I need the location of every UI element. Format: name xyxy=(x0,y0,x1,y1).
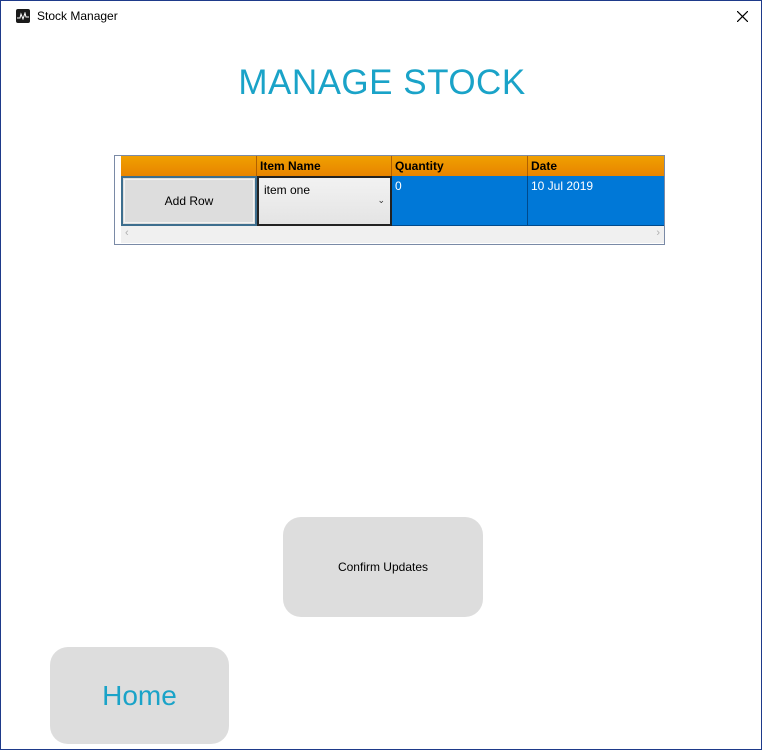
chevron-right-icon[interactable]: › xyxy=(656,227,660,239)
page-title: MANAGE STOCK xyxy=(238,63,526,102)
column-header-date[interactable]: Date xyxy=(528,156,664,176)
app-window: Stock Manager MANAGE STOCK Item Name Qua… xyxy=(0,0,762,750)
column-header-action xyxy=(121,156,257,176)
confirm-updates-label: Confirm Updates xyxy=(337,560,429,574)
table-row[interactable]: Add Row item one ⌄ 0 10 Jul 2019 xyxy=(121,176,664,226)
item-name-dropdown[interactable]: item one ⌄ xyxy=(257,176,392,226)
add-row-button[interactable]: Add Row xyxy=(121,176,257,226)
close-icon xyxy=(736,11,748,22)
horizontal-scrollbar[interactable]: ‹ › xyxy=(121,226,664,243)
stock-grid[interactable]: Item Name Quantity Date Add Row item one… xyxy=(114,155,665,245)
chevron-left-icon[interactable]: ‹ xyxy=(125,227,129,239)
home-label: Home xyxy=(102,679,177,711)
window-title: Stock Manager xyxy=(37,9,118,23)
app-icon xyxy=(16,9,30,23)
grid-header: Item Name Quantity Date xyxy=(121,156,664,176)
confirm-updates-button[interactable]: Confirm Updates xyxy=(283,517,483,617)
close-button[interactable] xyxy=(723,1,761,32)
chevron-down-icon: ⌄ xyxy=(377,195,385,205)
add-row-label: Add Row xyxy=(164,194,214,208)
date-cell[interactable]: 10 Jul 2019 xyxy=(528,176,664,226)
title-bar[interactable]: Stock Manager xyxy=(1,1,761,32)
home-button[interactable]: Home xyxy=(50,647,229,744)
quantity-cell[interactable]: 0 xyxy=(392,176,528,226)
column-header-item-name[interactable]: Item Name xyxy=(257,156,392,176)
item-name-value: item one xyxy=(264,183,311,197)
column-header-quantity[interactable]: Quantity xyxy=(392,156,528,176)
